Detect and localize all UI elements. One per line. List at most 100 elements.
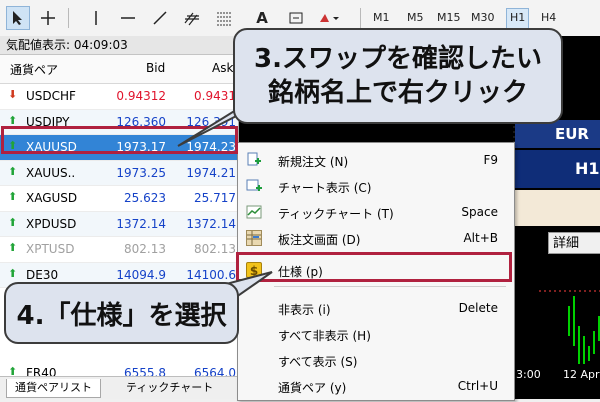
menu-item-label: すべて非表示 (H) <box>278 329 371 343</box>
menu-item-tick-chart[interactable]: ティックチャート (T) Space <box>238 199 514 225</box>
text-label-tool-icon[interactable] <box>284 6 308 30</box>
context-menu: 新規注文 (N) F9 チャート表示 (C) ティックチャート (T) Spac… <box>237 142 515 401</box>
column-header-ask[interactable]: Ask <box>212 61 233 75</box>
menu-item-label: 通貨ペア (y) <box>278 381 347 395</box>
menu-item-show-all[interactable]: すべて表示 (S) <box>238 347 514 373</box>
menu-item-label: 板注文画面 (D) <box>278 233 361 247</box>
menu-item-label: チャート表示 (C) <box>278 181 372 195</box>
arrow-up-icon: ⬆ <box>8 190 18 203</box>
menu-item-label: 仕様 (p) <box>278 265 323 279</box>
menu-separator <box>274 286 506 287</box>
menu-item-new-order[interactable]: 新規注文 (N) F9 <box>238 147 514 173</box>
toolbar-divider <box>68 8 69 28</box>
column-header-bid[interactable]: Bid <box>146 61 165 75</box>
column-header-symbol[interactable]: 通貨ペア <box>10 61 58 78</box>
trendline-tool-icon[interactable] <box>148 6 172 30</box>
vertical-line-tool-icon[interactable] <box>84 6 108 30</box>
ask-price: 1372.14 <box>186 216 236 231</box>
menu-separator <box>274 254 506 255</box>
timeframe-h4[interactable]: H4 <box>538 8 559 28</box>
chart-time-axis: 13:00 12 Apr <box>505 364 600 388</box>
axis-label-date: 12 Apr <box>563 368 600 381</box>
menu-item-shortcut: Delete <box>458 301 498 315</box>
tick-chart-icon <box>246 204 262 220</box>
bid-price: 1372.14 <box>116 216 166 231</box>
menu-item-label: すべて表示 (S) <box>278 355 358 369</box>
channel-tool-icon[interactable] <box>180 6 204 30</box>
menu-item-hide-all[interactable]: すべて非表示 (H) <box>238 321 514 347</box>
market-watch-header: 通貨ペア Bid Ask <box>0 55 238 84</box>
symbol-name: XPDUSD <box>26 216 77 231</box>
timeframe-m30[interactable]: M30 <box>468 8 498 28</box>
menu-item-chart-window[interactable]: チャート表示 (C) <box>238 173 514 199</box>
ask-price: 1974.21 <box>186 165 236 180</box>
market-watch-tabs: 通貨ペアリスト ティックチャート <box>0 376 238 399</box>
callout-step3-line2: 銘柄名上で右クリック <box>267 78 528 108</box>
bid-price: 1973.17 <box>116 140 166 154</box>
crosshair-tool-icon[interactable] <box>36 6 60 30</box>
shapes-dropdown-icon[interactable] <box>316 6 340 30</box>
arrow-down-icon: ⬇ <box>8 88 18 101</box>
menu-item-label: ティックチャート (T) <box>278 207 394 221</box>
chart-timeframe-label: H1 <box>515 150 600 188</box>
new-order-icon <box>246 152 262 168</box>
callout-step4: 4.「仕様」を選択 <box>4 282 239 344</box>
market-watch-panel: 気配値表示: 04:09:03 通貨ペア Bid Ask ⬇ USDCHF 0.94… <box>0 36 239 399</box>
menu-item-shortcut: Ctrl+U <box>457 379 498 393</box>
timeframe-m15[interactable]: M15 <box>434 8 464 28</box>
cursor-tool-icon[interactable] <box>6 6 30 30</box>
menu-item-specification[interactable]: $ 仕様 (p) <box>238 257 514 283</box>
tab-tick-chart[interactable]: ティックチャート <box>118 379 221 397</box>
callout-step3-line1: 3.スワップを確認したい <box>254 44 542 74</box>
bid-price: 1973.25 <box>116 165 166 180</box>
table-row[interactable]: ⬆ XPTUSD 802.13 802.13 <box>0 237 238 263</box>
menu-item-depth-of-market[interactable]: 板注文画面 (D) Alt+B <box>238 225 514 251</box>
menu-item-label: 新規注文 (N) <box>278 155 349 169</box>
callout-step3: 3.スワップを確認したい 銘柄名上で右クリック <box>233 28 563 124</box>
fibonacci-tool-icon[interactable] <box>212 6 236 30</box>
menu-item-shortcut: F9 <box>483 153 498 167</box>
ask-price: 802.13 <box>194 242 236 256</box>
toolbar-divider <box>360 8 361 28</box>
symbol-name: XPTUSD <box>26 242 75 256</box>
arrow-up-icon: ⬆ <box>8 215 18 229</box>
text-tool-icon[interactable]: A <box>250 6 274 30</box>
arrow-up-icon: ⬆ <box>8 139 18 152</box>
bid-price: 14094.9 <box>116 267 166 282</box>
menu-item-symbols[interactable]: 通貨ペア (y) Ctrl+U <box>238 373 514 399</box>
menu-item-shortcut: Alt+B <box>463 231 498 245</box>
tab-symbols[interactable]: 通貨ペアリスト <box>6 379 101 398</box>
table-row[interactable]: ⬆ XAUUS.. 1973.25 1974.21 <box>0 160 238 186</box>
horizontal-line-tool-icon[interactable] <box>116 6 140 30</box>
bid-price: 25.623 <box>124 191 166 205</box>
bid-price: 126.360 <box>116 114 166 129</box>
arrow-up-icon: ⬆ <box>8 241 18 254</box>
ask-price: 25.717 <box>194 191 236 205</box>
timeframe-m1[interactable]: M1 <box>370 8 393 28</box>
arrow-up-icon: ⬆ <box>8 266 18 280</box>
table-row[interactable]: ⬇ USDCHF 0.94312 0.9431 <box>0 84 238 110</box>
symbol-name: USDJPY <box>26 114 70 129</box>
timeframe-h1[interactable]: H1 <box>506 8 530 30</box>
chart-window-icon <box>246 178 262 194</box>
table-row[interactable]: ⬆ XPDUSD 1372.14 1372.14 <box>0 211 238 237</box>
menu-item-shortcut: Space <box>461 205 498 219</box>
timeframe-m5[interactable]: M5 <box>404 8 427 28</box>
depth-of-market-icon <box>246 230 262 246</box>
arrow-up-icon: ⬆ <box>8 113 18 127</box>
menu-item-hide[interactable]: 非表示 (i) Delete <box>238 295 514 321</box>
bid-price: 802.13 <box>124 242 166 256</box>
symbol-name: XAUUSD <box>26 140 77 154</box>
bid-price: 0.94312 <box>116 89 166 103</box>
menu-item-label: 非表示 (i) <box>278 303 331 317</box>
symbol-name: DE30 <box>26 267 59 282</box>
chart-info-panel <box>515 190 600 226</box>
arrow-up-icon: ⬆ <box>8 164 18 178</box>
detail-button[interactable]: 詳細 <box>548 232 600 254</box>
table-row[interactable]: ⬆ XAGUSD 25.623 25.717 <box>0 186 238 212</box>
chart-symbol-label: EUR <box>515 120 600 148</box>
ask-price: 0.9431 <box>194 89 236 103</box>
symbol-name: USDCHF <box>26 89 76 103</box>
symbol-name: XAUUS.. <box>26 165 76 180</box>
market-watch-title: 気配値表示: 04:09:03 <box>0 36 238 55</box>
